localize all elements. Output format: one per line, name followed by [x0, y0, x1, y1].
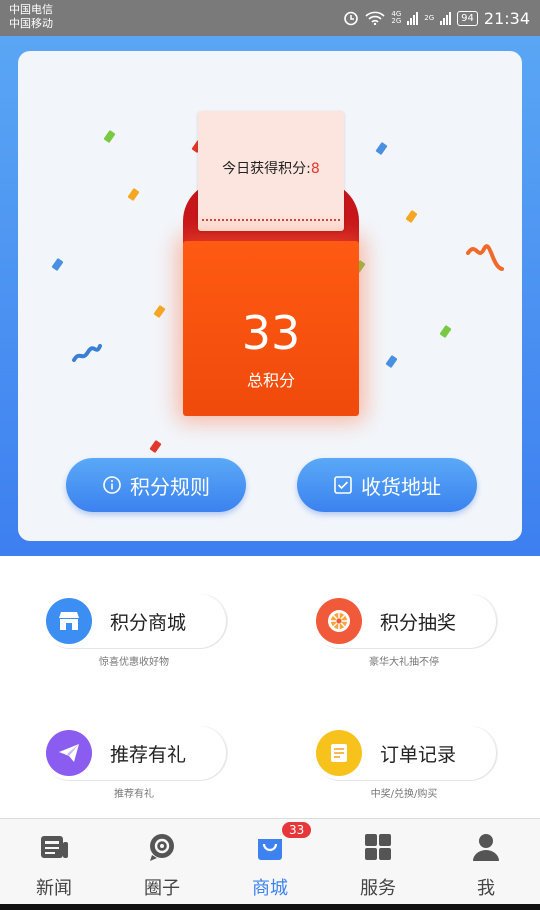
status-bar: 中国电信 中国移动 4G 2G 2G 94 21:34	[0, 0, 540, 36]
confetti	[375, 141, 388, 156]
tab-circle-label: 圈子	[144, 878, 180, 899]
referral-subtitle: 推荐有礼	[114, 789, 154, 800]
user-icon	[473, 834, 499, 861]
confetti	[51, 257, 64, 272]
grid-icon	[365, 834, 391, 860]
tab-mall-label: 商城	[252, 878, 288, 899]
shopping-bag-icon	[258, 839, 282, 860]
points-rules-label: 积分规则	[130, 474, 210, 499]
carrier-1: 中国电信	[9, 3, 53, 16]
battery-icon: 94	[457, 10, 478, 26]
confetti	[153, 304, 166, 319]
store-icon	[46, 598, 92, 644]
points-mall-subtitle: 惊喜优惠收好物	[99, 657, 169, 668]
network-label-2: 2G	[424, 13, 435, 22]
network-type-2: 2G	[424, 13, 435, 22]
daily-points: 今日获得积分:8	[198, 158, 344, 178]
battery-level: 94	[461, 12, 474, 24]
referral-label: 推荐有礼	[110, 744, 187, 766]
daily-points-ticket: 今日获得积分:8	[198, 107, 344, 231]
ticket-perforation	[202, 219, 340, 221]
network-type-1: 4G 2G	[391, 10, 402, 25]
paper-plane-icon	[46, 730, 92, 776]
checkbox-icon	[334, 476, 352, 494]
confetti	[149, 439, 162, 454]
tab-news-label: 新闻	[36, 878, 72, 899]
points-lottery-button[interactable]: 积分抽奖	[312, 594, 496, 648]
envelope-front: 33 总积分	[183, 241, 359, 416]
tab-services-label: 服务	[360, 878, 396, 899]
confetti	[439, 324, 452, 339]
tab-me-label: 我	[477, 878, 495, 899]
wifi-icon	[365, 11, 385, 25]
order-icon	[316, 730, 362, 776]
referral-button[interactable]: 推荐有礼	[42, 726, 226, 780]
status-indicators: 4G 2G 2G 94 21:34	[343, 8, 530, 28]
points-rules-button[interactable]: 积分规则	[66, 458, 246, 512]
tab-news[interactable]: 新闻	[0, 819, 108, 905]
points-card: 今日获得积分:8 33 总积分 积分规则 收货地址	[18, 51, 522, 541]
confetti	[103, 129, 116, 144]
confetti	[405, 209, 418, 224]
news-icon	[41, 836, 68, 858]
wheel-icon	[316, 598, 362, 644]
system-nav-bar	[0, 904, 540, 910]
points-lottery-subtitle: 豪华大礼抽不停	[369, 657, 439, 668]
points-hero: 今日获得积分:8 33 总积分 积分规则 收货地址	[0, 36, 540, 556]
signal-icon-2	[440, 11, 452, 25]
cart-count-badge: 33	[282, 822, 312, 838]
ribbon-icon	[72, 344, 102, 362]
info-icon	[103, 476, 121, 494]
order-records-label: 订单记录	[380, 744, 457, 766]
confetti	[127, 187, 140, 202]
confetti	[385, 354, 398, 369]
points-lottery-label: 积分抽奖	[380, 612, 457, 634]
bottom-tab-bar: 新闻 圈子 33 商城 服务 我	[0, 818, 540, 904]
points-mall-button[interactable]: 积分商城	[42, 594, 226, 648]
clock: 21:34	[483, 8, 530, 28]
total-points-label: 总积分	[246, 371, 295, 390]
alarm-icon	[344, 11, 359, 26]
daily-points-value: 8	[310, 161, 320, 177]
order-records-button[interactable]: 订单记录	[312, 726, 496, 780]
order-records-subtitle: 中奖/兑换/购买	[370, 789, 438, 800]
shipping-address-label: 收货地址	[361, 474, 441, 499]
shipping-address-button[interactable]: 收货地址	[297, 458, 477, 512]
total-points-value: 33	[241, 306, 301, 360]
circle-icon	[150, 834, 174, 861]
carriers: 中国电信 中国移动	[9, 3, 53, 31]
ribbon-icon	[466, 244, 504, 271]
signal-icon	[407, 11, 419, 25]
tab-circle[interactable]: 圈子	[108, 819, 216, 905]
points-mall-label: 积分商城	[110, 612, 187, 634]
daily-points-label: 今日获得积分:	[222, 161, 311, 177]
tab-me[interactable]: 我	[432, 819, 540, 905]
tab-mall[interactable]: 33 商城	[216, 819, 324, 905]
tab-services[interactable]: 服务	[324, 819, 432, 905]
carrier-2: 中国移动	[9, 17, 53, 30]
